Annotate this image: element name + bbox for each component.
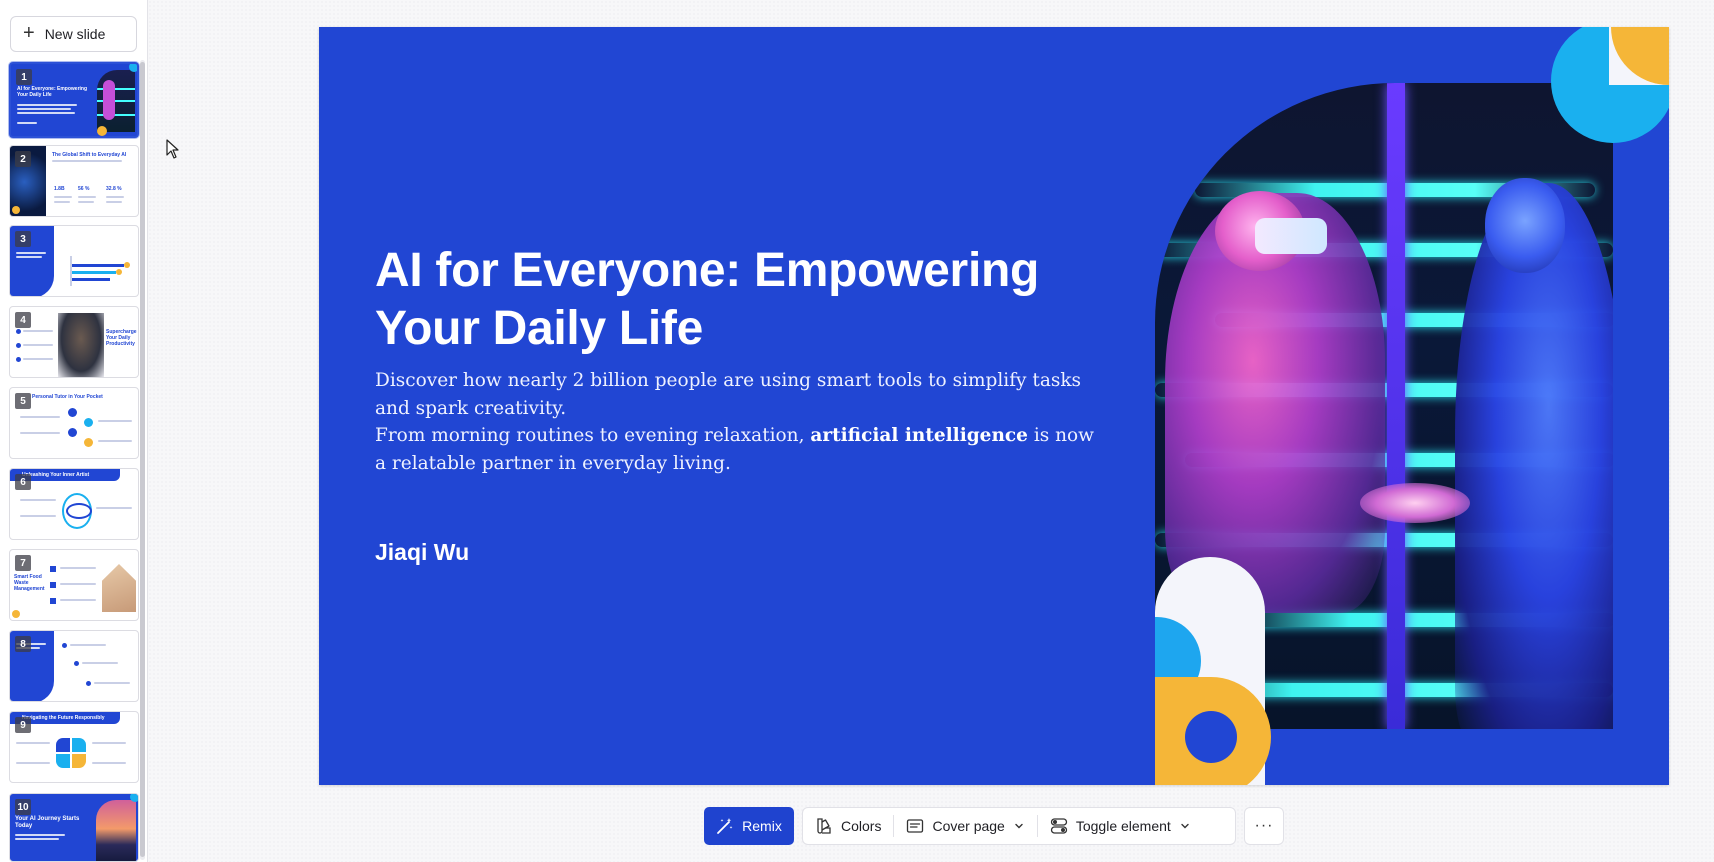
slide-thumbnail-9[interactable]: 9 Navigating the Future Responsibly xyxy=(9,711,139,783)
slide-thumbnail-title: Unleashing Your Inner Artist xyxy=(22,472,90,478)
layout-dropdown[interactable]: Cover page xyxy=(894,808,1036,844)
remix-button[interactable]: Remix xyxy=(704,807,794,845)
slide-thumbnail-title: Navigating the Future Responsibly xyxy=(22,715,105,721)
magic-wand-icon xyxy=(717,818,733,834)
slide-thumbnail-7[interactable]: 7 Smart Food Waste Management xyxy=(9,549,139,621)
slide-number: 2 xyxy=(15,151,31,167)
slide-number: 7 xyxy=(15,555,31,571)
colors-button[interactable]: Colors xyxy=(803,808,893,844)
chevron-down-icon xyxy=(1181,823,1189,829)
stat-value: 56 % xyxy=(78,186,90,192)
slide-number: 5 xyxy=(15,393,31,409)
remix-label: Remix xyxy=(742,818,782,834)
slide-number: 6 xyxy=(15,474,31,490)
chevron-down-icon xyxy=(1015,823,1023,829)
layout-icon xyxy=(907,819,924,833)
more-options-button[interactable]: ··· xyxy=(1244,807,1284,845)
slide-thumbnail-6[interactable]: 6 Unleashing Your Inner Artist xyxy=(9,468,139,540)
slide-thumbnail-10[interactable]: 10 Your AI Journey Starts Today xyxy=(9,793,139,862)
scrollbar-thumb[interactable] xyxy=(140,62,145,857)
slide-number: 10 xyxy=(15,799,31,815)
slide-author[interactable]: Jiaqi Wu xyxy=(375,539,469,566)
slide-number: 8 xyxy=(15,636,31,652)
mouse-cursor-icon xyxy=(166,139,179,159)
palette-icon xyxy=(817,818,831,834)
slide-title[interactable]: AI for Everyone: Empowering Your Daily L… xyxy=(375,242,1095,358)
slide-thumbnail-1[interactable]: 1 AI for Everyone: Empowering Your Daily… xyxy=(9,62,139,138)
slide-toolbar: Colors Cover page Toggle element xyxy=(802,807,1236,845)
slide-description-bold: artificial intelligence xyxy=(810,425,1028,446)
slide-description-line1: Discover how nearly 2 billion people are… xyxy=(375,370,1082,419)
slide-description-line2-start: From morning routines to evening relaxat… xyxy=(375,425,811,446)
more-icon: ··· xyxy=(1254,817,1274,834)
decor-blue-circle xyxy=(1185,711,1237,763)
slide-thumbnail-title: AI for Everyone: Empowering Your Daily L… xyxy=(17,86,88,98)
slide-number: 4 xyxy=(15,312,31,328)
slide-thumbnail-title: Smart Food Waste Management xyxy=(14,574,45,592)
slide-thumbnail-4[interactable]: 4 Supercharge Your Daily Productivity xyxy=(9,306,139,378)
layout-label: Cover page xyxy=(932,818,1005,834)
colors-label: Colors xyxy=(841,818,882,834)
slide-thumbnail-2[interactable]: 2 The Global Shift to Everyday AI 1.8B 5… xyxy=(9,145,139,217)
slide-thumbnail-title: Your AI Journey Starts Today xyxy=(15,816,80,829)
slides-panel: + New slide 1 AI for Everyone: Empowerin… xyxy=(0,0,148,862)
toggle-element-dropdown[interactable]: Toggle element xyxy=(1038,808,1203,844)
plus-icon: + xyxy=(23,22,35,44)
slide-description[interactable]: Discover how nearly 2 billion people are… xyxy=(375,367,1095,477)
stat-value: 32.8 % xyxy=(106,186,122,192)
toggle-element-label: Toggle element xyxy=(1075,818,1171,834)
stat-value: 1.8B xyxy=(54,186,65,192)
slide-number: 3 xyxy=(15,231,31,247)
slide-number: 1 xyxy=(16,69,32,85)
toggle-icon xyxy=(1050,818,1068,834)
slide-thumbnail-3[interactable]: 3 xyxy=(9,225,139,297)
new-slide-label: New slide xyxy=(44,26,106,42)
slide-thumbnail-title: The Global Shift to Everyday AI xyxy=(52,152,127,158)
slide-thumbnail-5[interactable]: 5 Personal Tutor in Your Pocket xyxy=(9,387,139,459)
new-slide-button[interactable]: + New slide xyxy=(10,16,137,52)
slide-thumbnail-8[interactable]: 8 xyxy=(9,630,139,702)
slide-thumbnail-title: Personal Tutor in Your Pocket xyxy=(32,394,103,400)
slide-canvas[interactable]: AI for Everyone: Empowering Your Daily L… xyxy=(319,27,1669,785)
slide-number: 9 xyxy=(15,717,31,733)
slide-thumbnail-title: Supercharge Your Daily Productivity xyxy=(106,329,137,347)
